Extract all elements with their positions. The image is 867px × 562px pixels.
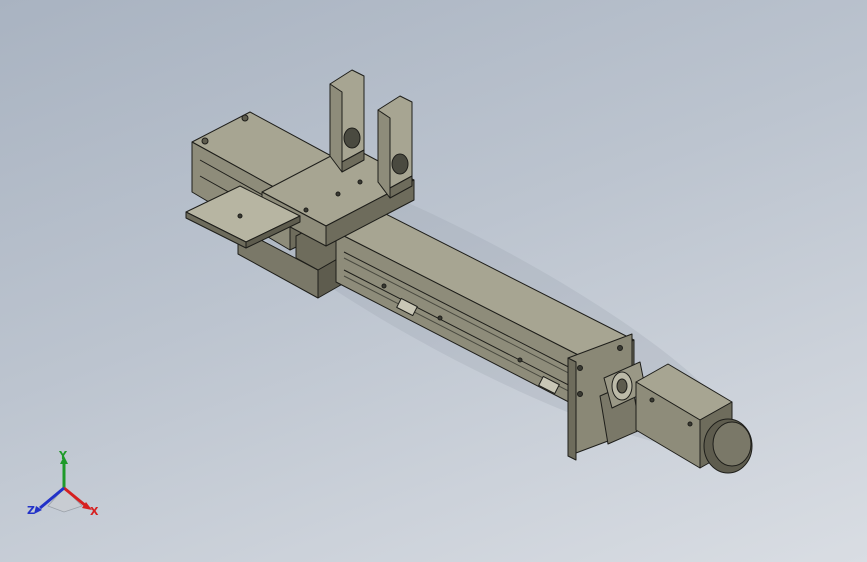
axis-label-z: Z bbox=[27, 504, 35, 517]
right-bracket bbox=[377, 95, 413, 199]
left-bracket bbox=[329, 69, 365, 173]
linear-actuator-model[interactable] bbox=[0, 0, 867, 562]
servo-motor bbox=[635, 363, 753, 474]
graphics-viewport[interactable]: Y Z X bbox=[0, 0, 867, 562]
orientation-triad: Y Z X bbox=[24, 448, 104, 520]
axis-label-x: X bbox=[90, 505, 99, 518]
axis-label-y: Y bbox=[59, 449, 67, 462]
